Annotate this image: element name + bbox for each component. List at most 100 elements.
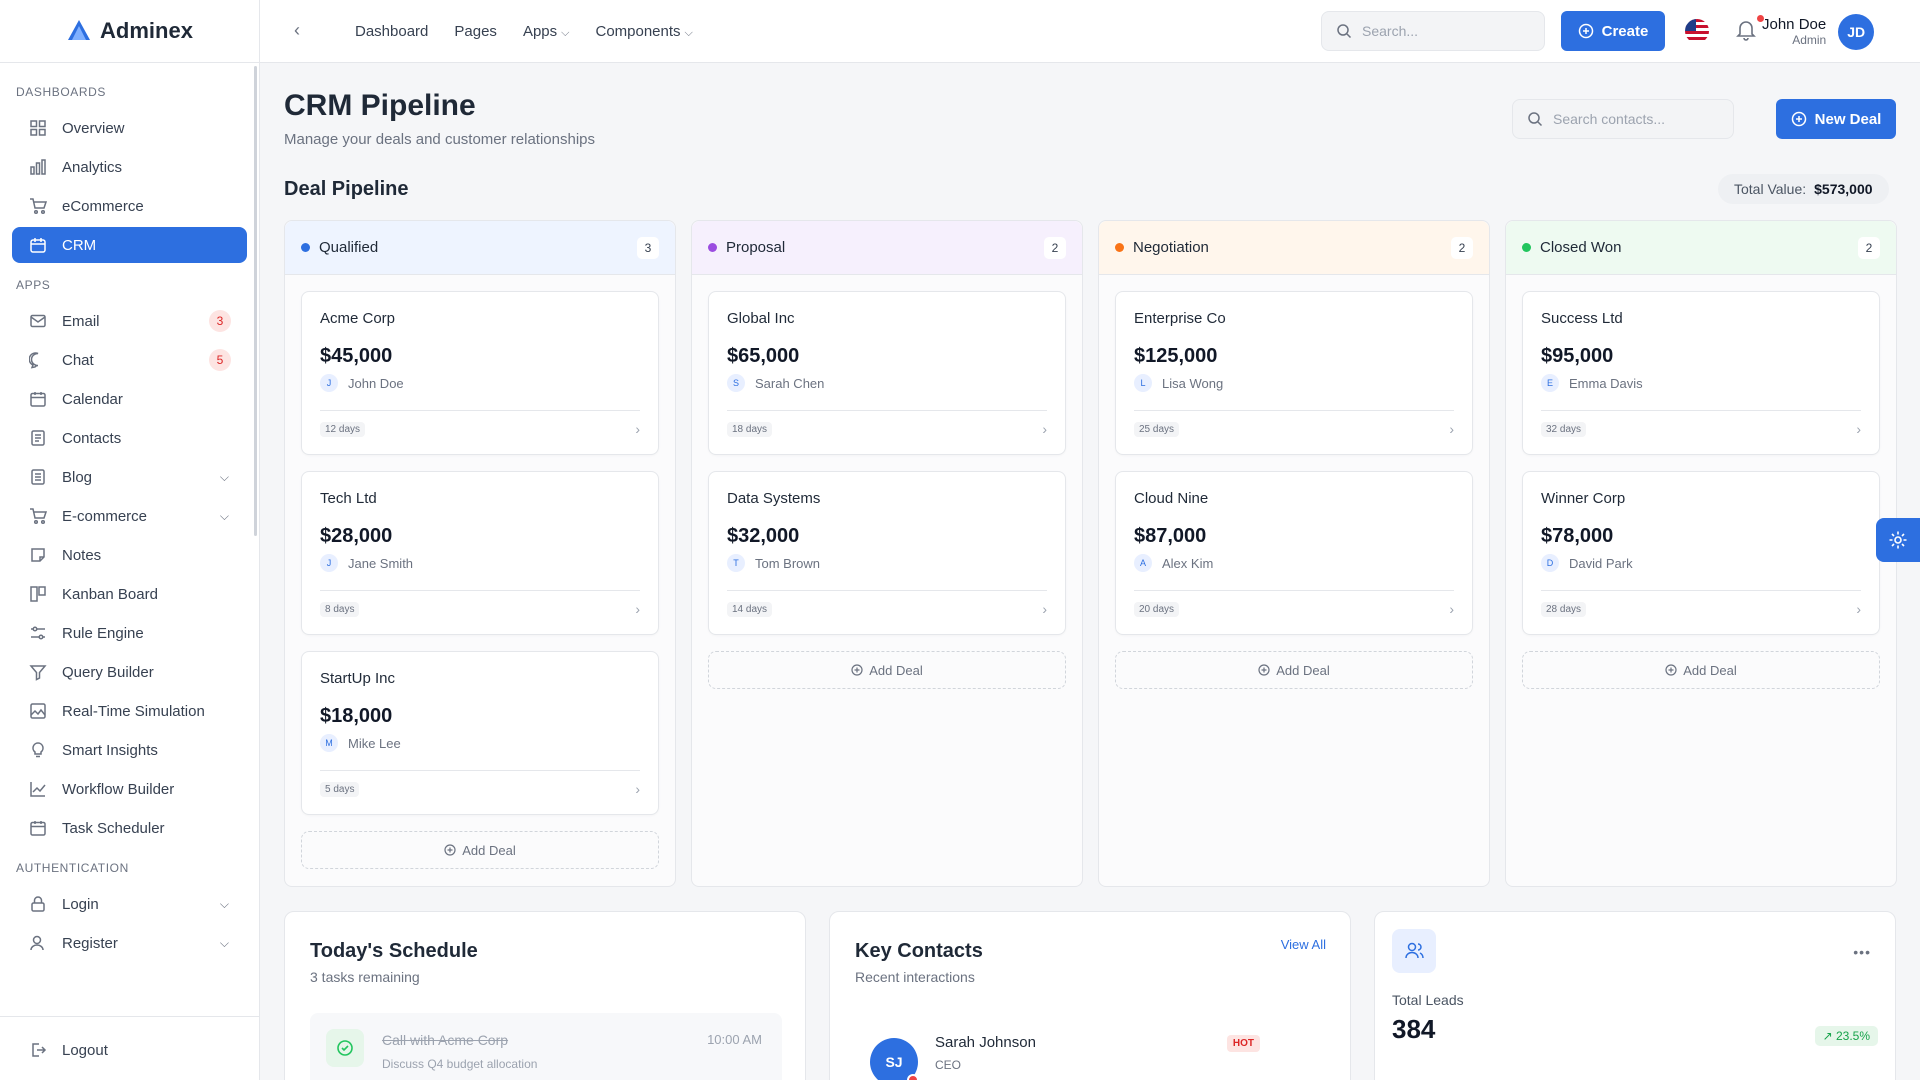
sidebar-item-e-commerce[interactable]: E-commerce ⌵ [12, 498, 247, 534]
check-circle-icon[interactable] [326, 1029, 364, 1067]
deal-owner: S Sarah Chen [727, 374, 1047, 392]
deal-card[interactable]: Global Inc $65,000 S Sarah Chen 18 days › [708, 291, 1066, 455]
sidebar-item-analytics[interactable]: Analytics [12, 149, 247, 185]
deal-value: $125,000 [1134, 345, 1218, 367]
chevron-down-icon[interactable]: ⌵ [220, 509, 229, 524]
owner-avatar: D [1541, 554, 1559, 572]
owner-name: David Park [1569, 555, 1633, 571]
chevron-right-icon[interactable]: › [1449, 421, 1454, 437]
sidebar-item-label: Chat [62, 351, 94, 369]
owner-name: Alex Kim [1162, 555, 1214, 571]
deal-card[interactable]: Tech Ltd $28,000 J Jane Smith 8 days › [301, 471, 659, 635]
chevron-right-icon[interactable]: › [635, 421, 640, 437]
section-label-apps: APPS [16, 278, 51, 292]
new-deal-button[interactable]: New Deal [1776, 99, 1896, 139]
sidebar-item-overview[interactable]: Overview [12, 110, 247, 146]
add-deal-button[interactable]: Add Deal [708, 651, 1066, 689]
plus-circle-icon [1578, 23, 1593, 39]
search-icon [1528, 112, 1543, 127]
deal-card[interactable]: StartUp Inc $18,000 M Mike Lee 5 days › [301, 651, 659, 815]
chevron-right-icon[interactable]: › [635, 781, 640, 797]
owner-name: Jane Smith [348, 555, 414, 571]
sidebar-item-smart-insights[interactable]: Smart Insights [12, 732, 247, 768]
create-button[interactable]: Create [1561, 11, 1665, 51]
status-dot [907, 1074, 919, 1080]
deal-card[interactable]: Acme Corp $45,000 J John Doe 12 days › [301, 291, 659, 455]
topnav-item-pages[interactable]: Pages [454, 23, 497, 40]
app-name: Adminex [100, 18, 193, 43]
sidebar-item-contacts[interactable]: Contacts [12, 420, 247, 456]
deal-owner: A Alex Kim [1134, 554, 1454, 572]
global-search-input[interactable]: Search... [1321, 11, 1545, 51]
sidebar-item-email[interactable]: Email 3 [12, 303, 247, 339]
topnav-item-components[interactable]: Components ⌵ [595, 23, 692, 40]
chevron-right-icon[interactable]: › [1856, 421, 1861, 437]
topnav-item-dashboard[interactable]: Dashboard [355, 23, 428, 40]
sidebar-item-task-scheduler[interactable]: Task Scheduler [12, 810, 247, 846]
sidebar-item-blog[interactable]: Blog ⌵ [12, 459, 247, 495]
sidebar-item-label: Email [62, 312, 100, 330]
owner-avatar: T [727, 554, 745, 572]
chevron-down-icon[interactable]: ⌵ [220, 470, 229, 485]
leads-value: 384 [1392, 1014, 1436, 1044]
deal-card[interactable]: Data Systems $32,000 T Tom Brown 14 days › [708, 471, 1066, 635]
sidebar-item-ecommerce[interactable]: eCommerce [12, 188, 247, 224]
deal-company: Enterprise Co [1134, 310, 1226, 327]
avatar[interactable]: JD [1838, 13, 1875, 50]
sidebar-item-kanban-board[interactable]: Kanban Board [12, 576, 247, 612]
owner-avatar: E [1541, 374, 1559, 392]
sidebar-scrollbar[interactable] [254, 66, 257, 536]
topnav-item-apps[interactable]: Apps ⌵ [523, 23, 570, 40]
contact-search-input[interactable]: Search contacts... [1512, 99, 1734, 139]
deal-card[interactable]: Cloud Nine $87,000 A Alex Kim 20 days › [1115, 471, 1473, 635]
deal-age-badge: 25 days [1134, 421, 1180, 437]
sidebar-item-real-time-simulation[interactable]: Real-Time Simulation [12, 693, 247, 729]
topnav-label: Components [595, 23, 681, 40]
bell-icon[interactable] [1735, 18, 1757, 42]
sidebar-item-workflow-builder[interactable]: Workflow Builder [12, 771, 247, 807]
chevron-right-icon[interactable]: › [635, 601, 640, 617]
sidebar-item-crm[interactable]: CRM [12, 227, 247, 263]
sidebar-item-query-builder[interactable]: Query Builder [12, 654, 247, 690]
sidebar-item-label: Blog [62, 468, 93, 486]
sidebar-item-calendar[interactable]: Calendar [12, 381, 247, 417]
view-all-link[interactable]: View All [1281, 937, 1326, 952]
chevron-right-icon[interactable]: › [1856, 601, 1861, 617]
contacts-title: Key Contacts [855, 940, 983, 962]
sidebar-item-register[interactable]: Register ⌵ [12, 925, 247, 961]
chevron-right-icon[interactable]: › [1042, 421, 1047, 437]
settings-button[interactable] [1876, 518, 1920, 562]
deal-card[interactable]: Winner Corp $78,000 D David Park 28 days › [1522, 471, 1880, 635]
key-contacts-card: Key Contacts Recent interactions View Al… [829, 911, 1351, 1080]
owner-avatar: M [320, 734, 338, 752]
us-flag-icon[interactable] [1685, 19, 1709, 43]
add-deal-button[interactable]: Add Deal [1115, 651, 1473, 689]
logo[interactable]: Adminex [0, 0, 259, 63]
sidebar-item-notes[interactable]: Notes [12, 537, 247, 573]
chevron-left-icon[interactable]: ‹ [294, 20, 300, 41]
image-icon [28, 701, 48, 721]
sidebar-item-login[interactable]: Login ⌵ [12, 886, 247, 922]
user-menu[interactable]: John Doe Admin JD [1762, 0, 1875, 63]
sidebar-item-rule-engine[interactable]: Rule Engine [12, 615, 247, 651]
contact-name[interactable]: Sarah Johnson [935, 1034, 1036, 1051]
sidebar-item-chat[interactable]: Chat 5 [12, 342, 247, 378]
add-deal-button[interactable]: Add Deal [301, 831, 659, 869]
chevron-down-icon[interactable]: ⌵ [220, 897, 229, 912]
chevron-right-icon[interactable]: › [1042, 601, 1047, 617]
chevron-right-icon[interactable]: › [1449, 601, 1454, 617]
pipeline-column-header: Qualified 3 [285, 221, 675, 275]
crm-icon [28, 235, 48, 255]
add-deal-label: Add Deal [1276, 662, 1330, 678]
logout-button[interactable]: Logout [12, 1032, 247, 1068]
schedule-card: Today's Schedule 3 tasks remaining Call … [284, 911, 806, 1080]
deal-value: $78,000 [1541, 525, 1614, 547]
task-item[interactable]: Call with Acme Corp Discuss Q4 budget al… [310, 1013, 782, 1080]
chevron-down-icon: ⌵ [561, 27, 570, 39]
chevron-down-icon[interactable]: ⌵ [220, 936, 229, 951]
more-options-icon[interactable]: ••• [1853, 944, 1871, 960]
calendar-icon [28, 389, 48, 409]
deal-card[interactable]: Enterprise Co $125,000 L Lisa Wong 25 days › [1115, 291, 1473, 455]
add-deal-button[interactable]: Add Deal [1522, 651, 1880, 689]
deal-card[interactable]: Success Ltd $95,000 E Emma Davis 32 days › [1522, 291, 1880, 455]
